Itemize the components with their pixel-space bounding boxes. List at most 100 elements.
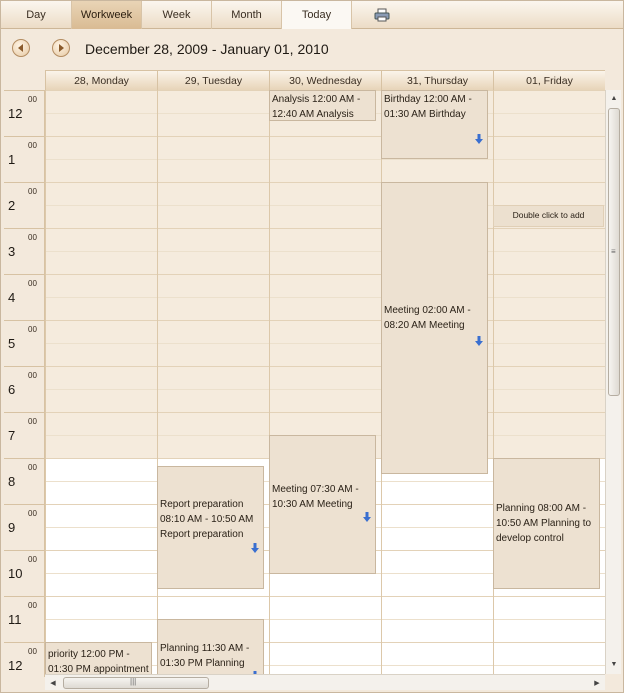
time-slot[interactable] <box>270 343 381 366</box>
time-slot[interactable] <box>270 136 381 159</box>
appointment-planning-friday[interactable]: Planning 08:00 AM - 10:50 AM Planning to… <box>493 458 600 589</box>
time-slot[interactable] <box>494 274 605 297</box>
time-slot[interactable] <box>494 90 605 113</box>
time-slot[interactable] <box>46 320 157 343</box>
time-slot[interactable] <box>158 366 269 389</box>
time-slot[interactable] <box>158 412 269 435</box>
time-slot[interactable] <box>158 343 269 366</box>
scroll-down-icon[interactable]: ▼ <box>606 656 622 672</box>
time-slot[interactable] <box>270 596 381 619</box>
time-slot[interactable] <box>270 159 381 182</box>
time-slot[interactable] <box>46 90 157 113</box>
time-slot[interactable] <box>382 642 493 665</box>
time-slot[interactable] <box>494 113 605 136</box>
time-slot[interactable] <box>158 182 269 205</box>
time-slot[interactable] <box>494 389 605 412</box>
time-slot[interactable] <box>46 527 157 550</box>
schedule-grid[interactable]: Analysis 12:00 AM - 12:40 AM Analysis Bi… <box>45 90 605 677</box>
time-slot[interactable] <box>158 90 269 113</box>
column-header-thursday[interactable]: 31, Thursday <box>381 70 493 90</box>
time-slot[interactable] <box>46 297 157 320</box>
time-slot[interactable] <box>270 573 381 596</box>
scroll-up-icon[interactable]: ▲ <box>606 90 622 106</box>
time-slot[interactable] <box>46 136 157 159</box>
time-slot[interactable] <box>382 159 493 182</box>
time-slot[interactable] <box>382 573 493 596</box>
day-column-wednesday[interactable] <box>269 90 381 677</box>
time-slot[interactable] <box>46 159 157 182</box>
time-slot[interactable] <box>494 297 605 320</box>
next-arrow-icon[interactable] <box>52 39 70 57</box>
time-slot[interactable] <box>270 274 381 297</box>
time-slot[interactable] <box>270 366 381 389</box>
appointment-birthday[interactable]: Birthday 12:00 AM - 01:30 AM Birthday <box>381 90 488 159</box>
time-slot[interactable] <box>494 412 605 435</box>
time-slot[interactable] <box>46 251 157 274</box>
time-slot[interactable] <box>270 389 381 412</box>
time-slot[interactable] <box>494 228 605 251</box>
time-slot[interactable] <box>158 228 269 251</box>
time-slot[interactable] <box>46 550 157 573</box>
time-slot[interactable] <box>46 205 157 228</box>
down-arrow-icon[interactable] <box>363 512 371 522</box>
column-header-wednesday[interactable]: 30, Wednesday <box>269 70 381 90</box>
time-slot[interactable] <box>158 205 269 228</box>
prev-arrow-icon[interactable] <box>12 39 30 57</box>
time-slot[interactable] <box>270 205 381 228</box>
time-slot[interactable] <box>46 619 157 642</box>
today-button[interactable]: Today <box>282 1 352 29</box>
appointment-meeting-wednesday[interactable]: Meeting 07:30 AM - 10:30 AM Meeting <box>269 435 376 574</box>
time-slot[interactable] <box>46 113 157 136</box>
appointment-planning-tuesday[interactable]: Planning 11:30 AM - 01:30 PM Planning <box>157 619 264 677</box>
time-slot[interactable] <box>494 366 605 389</box>
time-slot[interactable] <box>382 481 493 504</box>
scroll-right-icon[interactable]: ▶ <box>589 675 605 691</box>
time-slot[interactable] <box>46 366 157 389</box>
time-slot[interactable] <box>158 159 269 182</box>
appointment-meeting-thursday[interactable]: Meeting 02:00 AM - 08:20 AM Meeting <box>381 182 488 474</box>
down-arrow-icon[interactable] <box>251 543 259 553</box>
double-click-to-add-hint[interactable]: Double click to add <box>493 205 604 227</box>
time-slot[interactable] <box>494 596 605 619</box>
time-slot[interactable] <box>46 504 157 527</box>
time-slot[interactable] <box>158 136 269 159</box>
time-slot[interactable] <box>382 550 493 573</box>
time-slot[interactable] <box>382 619 493 642</box>
column-header-friday[interactable]: 01, Friday <box>493 70 605 90</box>
time-slot[interactable] <box>270 251 381 274</box>
horizontal-scroll-thumb[interactable]: ||| <box>63 677 209 689</box>
time-slot[interactable] <box>46 228 157 251</box>
time-slot[interactable] <box>382 504 493 527</box>
column-header-tuesday[interactable]: 29, Tuesday <box>157 70 269 90</box>
day-column-monday[interactable] <box>45 90 157 677</box>
time-slot[interactable] <box>494 343 605 366</box>
time-slot[interactable] <box>494 619 605 642</box>
time-slot[interactable] <box>270 412 381 435</box>
time-slot[interactable] <box>46 343 157 366</box>
time-slot[interactable] <box>494 435 605 458</box>
time-slot[interactable] <box>158 251 269 274</box>
day-view-button[interactable]: Day <box>1 1 72 29</box>
horizontal-scrollbar[interactable]: ◀ ||| ▶ <box>45 674 605 690</box>
time-slot[interactable] <box>270 642 381 665</box>
time-slot[interactable] <box>494 251 605 274</box>
week-view-button[interactable]: Week <box>142 1 212 29</box>
time-slot[interactable] <box>46 274 157 297</box>
time-slot[interactable] <box>46 573 157 596</box>
appointment-analysis[interactable]: Analysis 12:00 AM - 12:40 AM Analysis <box>269 90 376 121</box>
month-view-button[interactable]: Month <box>212 1 282 29</box>
down-arrow-icon[interactable] <box>475 134 483 144</box>
time-slot[interactable] <box>494 642 605 665</box>
time-slot[interactable] <box>494 136 605 159</box>
time-slot[interactable] <box>494 320 605 343</box>
time-slot[interactable] <box>46 458 157 481</box>
time-slot[interactable] <box>46 435 157 458</box>
time-slot[interactable] <box>270 182 381 205</box>
scroll-left-icon[interactable]: ◀ <box>45 675 61 691</box>
time-slot[interactable] <box>46 412 157 435</box>
time-slot[interactable] <box>270 320 381 343</box>
time-slot[interactable] <box>494 159 605 182</box>
vertical-scroll-thumb[interactable]: ≡ <box>608 108 620 396</box>
time-slot[interactable] <box>46 481 157 504</box>
down-arrow-icon[interactable] <box>475 336 483 346</box>
